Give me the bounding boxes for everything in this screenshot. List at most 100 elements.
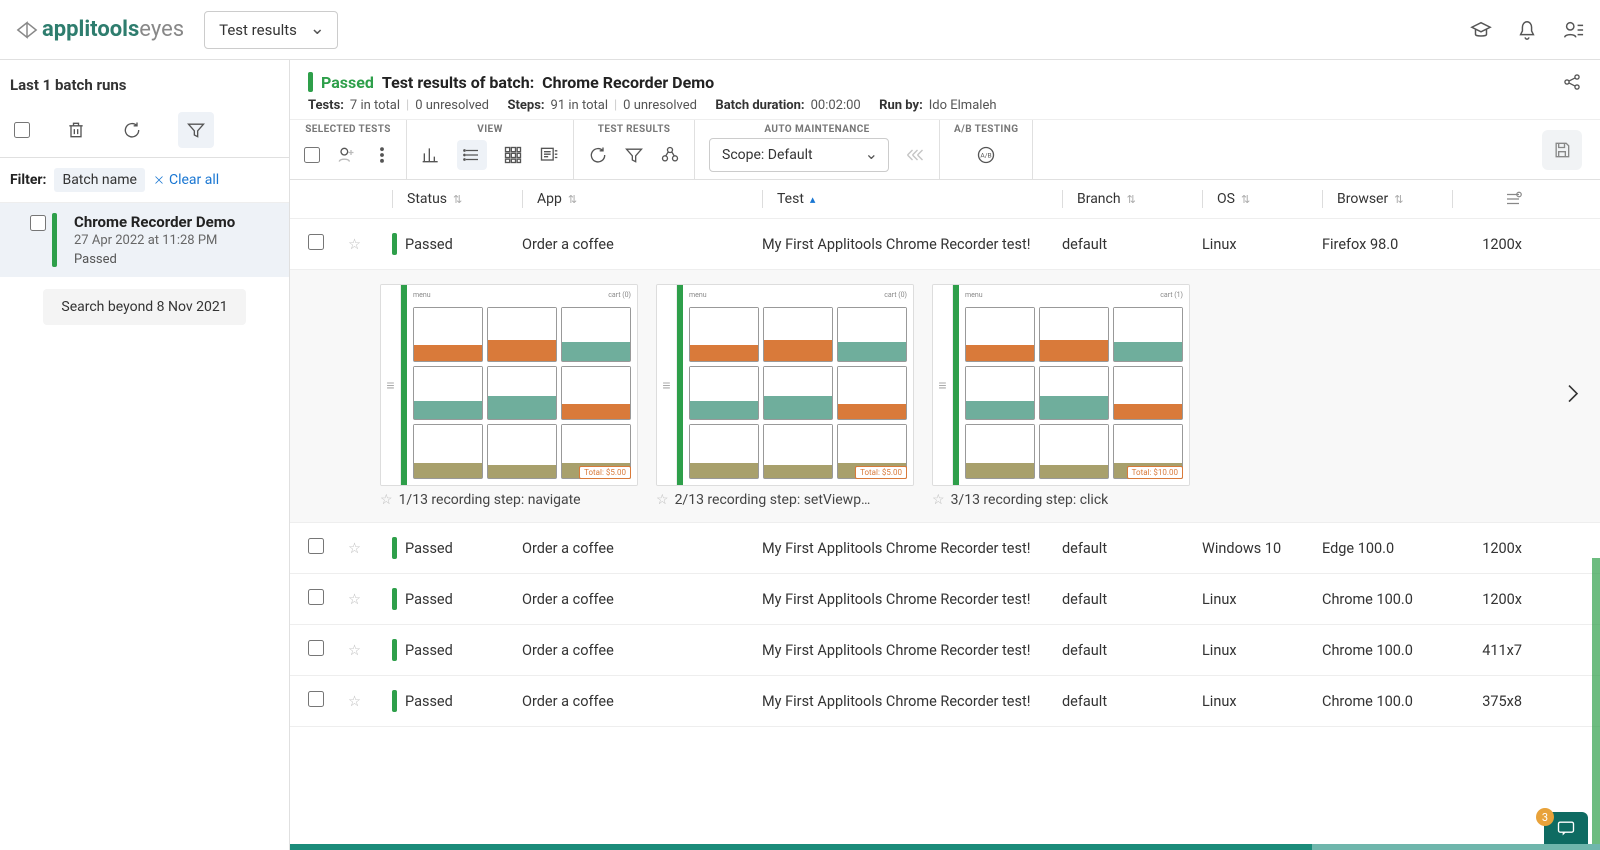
- col-os[interactable]: OS: [1217, 191, 1235, 207]
- table-row[interactable]: ☆ Passed Order a coffee My First Applito…: [290, 523, 1600, 574]
- search-beyond-button[interactable]: Search beyond 8 Nov 2021: [43, 289, 245, 325]
- batch-title-name: Chrome Recorder Demo: [542, 73, 714, 92]
- filter-chip[interactable]: Batch name: [54, 168, 144, 192]
- logo-light: eyes: [139, 17, 184, 42]
- table-row[interactable]: ☆ Passed Order a coffee My First Applito…: [290, 219, 1600, 270]
- row-viewport: 1200x: [1452, 236, 1522, 253]
- star-icon[interactable]: ☆: [348, 591, 392, 608]
- save-icon: [1542, 130, 1582, 170]
- thumbnail-card[interactable]: ≡ menucart (0): [380, 284, 638, 508]
- row-browser: Chrome 100.0: [1322, 591, 1452, 608]
- seg-ab-label: A/B TESTING: [954, 124, 1018, 135]
- col-test[interactable]: Test: [777, 191, 804, 207]
- row-test: My First Applitools Chrome Recorder test…: [762, 236, 1062, 253]
- col-app[interactable]: App: [537, 191, 562, 207]
- filter-icon[interactable]: [178, 112, 214, 148]
- thumbnail-image: menucart (0): [683, 285, 913, 485]
- ab-icon[interactable]: A/B: [976, 145, 996, 165]
- scope-selector[interactable]: Scope: Default: [709, 138, 889, 172]
- user-menu-icon[interactable]: [1562, 19, 1584, 41]
- select-all-batches-checkbox[interactable]: [14, 122, 30, 138]
- table-row[interactable]: ☆ Passed Order a coffee My First Applito…: [290, 625, 1600, 676]
- star-icon[interactable]: ☆: [348, 693, 392, 710]
- row-checkbox[interactable]: [308, 234, 324, 250]
- sidebar-title: Last 1 batch runs: [0, 60, 289, 102]
- row-os: Linux: [1202, 642, 1322, 659]
- thumbnail-card[interactable]: ≡ menucart (1): [932, 284, 1190, 508]
- row-browser: Chrome 100.0: [1322, 693, 1452, 710]
- chevron-right-icon[interactable]: [1560, 382, 1584, 406]
- drag-handle-icon[interactable]: ≡: [657, 285, 677, 485]
- content: Passed Test results of batch: Chrome Rec…: [290, 60, 1600, 850]
- row-os: Linux: [1202, 236, 1322, 253]
- batch-title: Test results of batch: Chrome Recorder D…: [382, 73, 714, 92]
- row-checkbox[interactable]: [308, 538, 324, 554]
- mode-selector[interactable]: Test results: [204, 11, 338, 49]
- row-branch: default: [1062, 591, 1202, 608]
- logo-icon: [16, 19, 38, 41]
- star-icon[interactable]: ☆: [348, 236, 392, 253]
- thumbnail-image: menucart (0): [407, 285, 637, 485]
- refresh-icon[interactable]: [122, 120, 142, 140]
- chat-widget[interactable]: 3: [1526, 812, 1588, 844]
- star-icon[interactable]: ☆: [656, 492, 669, 508]
- grid-view-icon[interactable]: [503, 145, 523, 165]
- status-bar-icon: [392, 233, 397, 255]
- col-browser[interactable]: Browser: [1337, 191, 1388, 207]
- star-icon[interactable]: ☆: [932, 492, 945, 508]
- thumbnail-image: menucart (1): [959, 285, 1189, 485]
- drag-handle-icon[interactable]: ≡: [381, 285, 401, 485]
- steps-total: 91 in total: [551, 98, 608, 113]
- status-bar-icon: [392, 588, 397, 610]
- list-view-icon[interactable]: [457, 140, 487, 170]
- chart-view-icon[interactable]: [421, 145, 441, 165]
- trash-icon[interactable]: [66, 120, 86, 140]
- group-icon[interactable]: [660, 145, 680, 165]
- academy-icon[interactable]: [1470, 19, 1492, 41]
- runby-value: Ido Elmaleh: [929, 98, 997, 113]
- summary-view-icon[interactable]: [539, 145, 559, 165]
- tests-total: 7 in total: [350, 98, 400, 113]
- refresh-results-icon[interactable]: [588, 145, 608, 165]
- clear-all-button[interactable]: Clear all: [153, 172, 219, 188]
- row-browser: Edge 100.0: [1322, 540, 1452, 557]
- forward-icon[interactable]: [905, 145, 925, 165]
- star-icon[interactable]: ☆: [348, 642, 392, 659]
- sidebar-toolbar: [0, 102, 289, 158]
- col-status[interactable]: Status: [407, 191, 447, 207]
- star-icon[interactable]: ☆: [348, 540, 392, 557]
- batch-item[interactable]: Chrome Recorder Demo 27 Apr 2022 at 11:2…: [0, 203, 289, 277]
- close-icon: [153, 174, 165, 186]
- row-browser: Chrome 100.0: [1322, 642, 1452, 659]
- progress-bar: [290, 844, 1600, 850]
- seg-automaint-label: AUTO MAINTENANCE: [764, 124, 869, 135]
- row-test: My First Applitools Chrome Recorder test…: [762, 540, 1062, 557]
- star-icon[interactable]: ☆: [380, 492, 393, 508]
- scrollbar[interactable]: [1592, 120, 1600, 850]
- columns-gear-icon[interactable]: [1504, 190, 1522, 208]
- table-row[interactable]: ☆ Passed Order a coffee My First Applito…: [290, 574, 1600, 625]
- table-body[interactable]: ☆ Passed Order a coffee My First Applito…: [290, 219, 1600, 850]
- row-branch: default: [1062, 642, 1202, 659]
- svg-text:A/B: A/B: [981, 152, 992, 160]
- table-header: Status⇅ App⇅ Test▴ Branch⇅ OS⇅ Browser⇅: [290, 180, 1600, 219]
- thumbnail-card[interactable]: ≡ menucart (0): [656, 284, 914, 508]
- drag-handle-icon[interactable]: ≡: [933, 285, 953, 485]
- bell-icon[interactable]: [1516, 19, 1538, 41]
- share-icon[interactable]: [1562, 72, 1582, 92]
- row-checkbox[interactable]: [308, 589, 324, 605]
- row-viewport: 1200x: [1452, 591, 1522, 608]
- assign-icon[interactable]: [336, 145, 356, 165]
- batch-checkbox[interactable]: [30, 215, 46, 231]
- row-test: My First Applitools Chrome Recorder test…: [762, 693, 1062, 710]
- filter-results-icon[interactable]: [624, 145, 644, 165]
- thumb-total: Total: $5.00: [855, 466, 907, 479]
- row-checkbox[interactable]: [308, 691, 324, 707]
- thumb-caption: 1/13 recording step: navigate: [399, 492, 581, 508]
- row-checkbox[interactable]: [308, 640, 324, 656]
- select-all-tests-checkbox[interactable]: [304, 147, 320, 163]
- seg-selected-label: SELECTED TESTS: [305, 124, 391, 135]
- table-row[interactable]: ☆ Passed Order a coffee My First Applito…: [290, 676, 1600, 727]
- col-branch[interactable]: Branch: [1077, 191, 1121, 207]
- more-icon[interactable]: [372, 145, 392, 165]
